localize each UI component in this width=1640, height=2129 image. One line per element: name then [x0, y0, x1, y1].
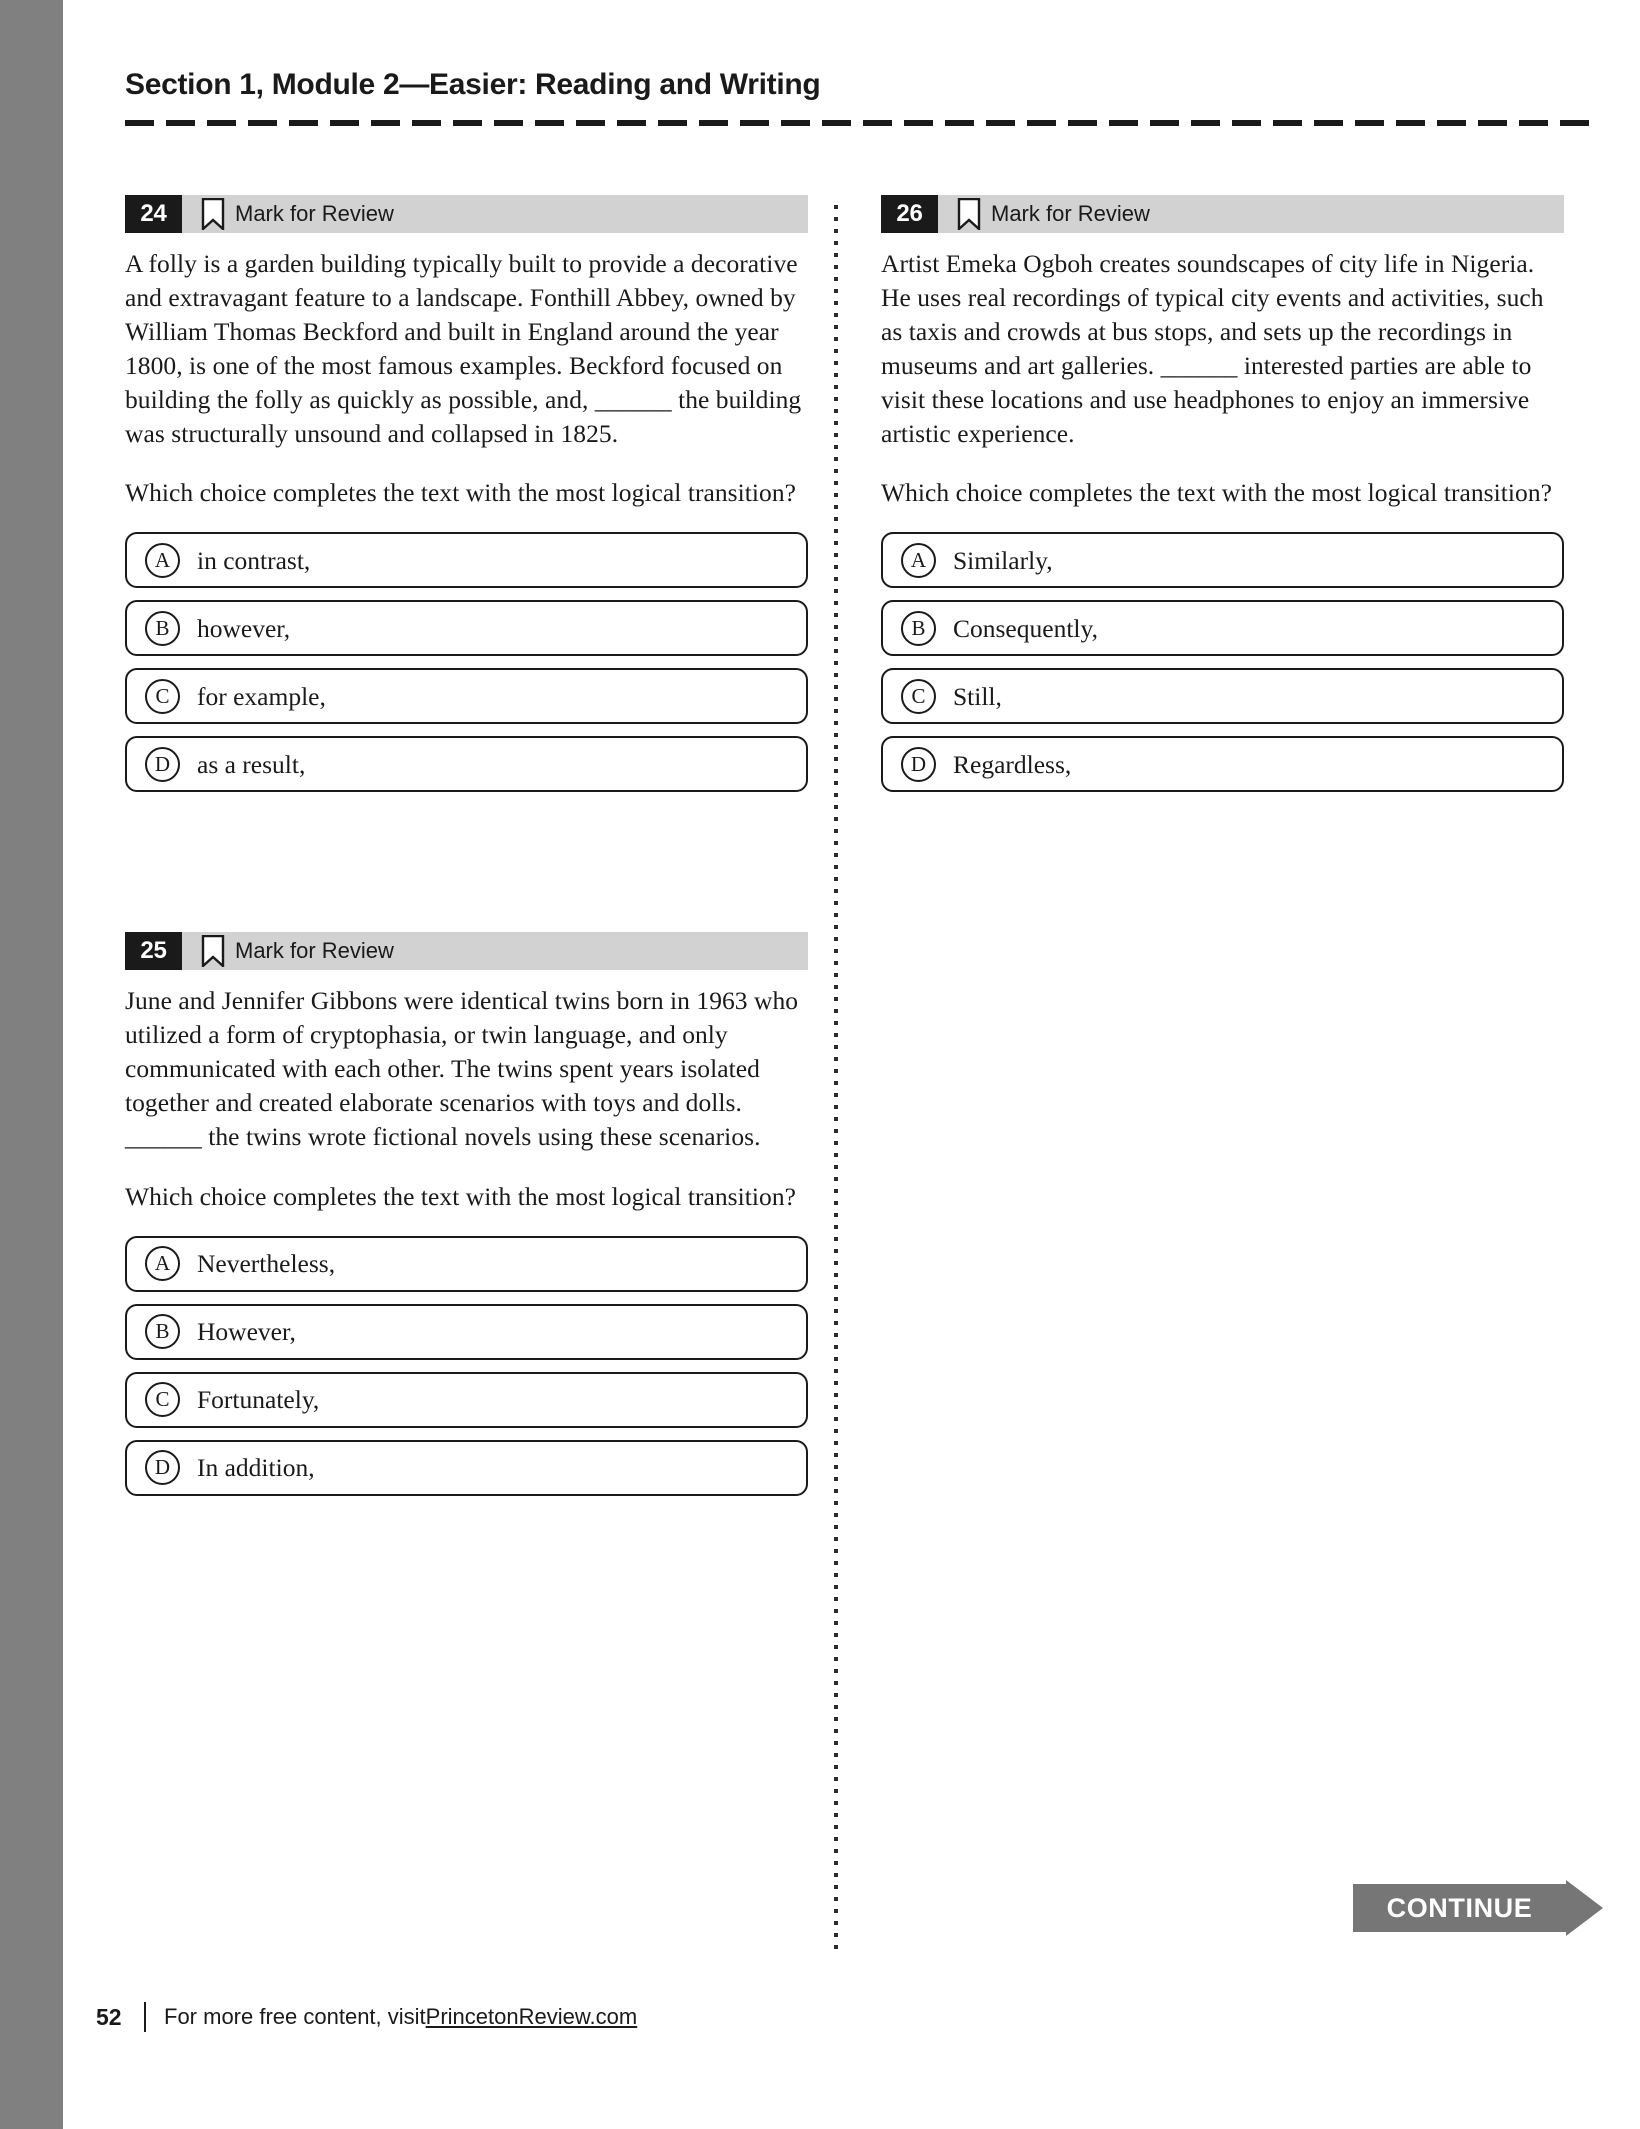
footer-divider: [144, 2002, 146, 2032]
continue-button[interactable]: CONTINUE: [1353, 1880, 1603, 1936]
page-canvas: Section 1, Module 2—Easier: Reading and …: [63, 0, 1640, 2129]
header-dashed-rule: [125, 120, 1593, 126]
right-column: 26 Mark for Review Artist Emeka Ogboh cr…: [881, 195, 1564, 804]
footer-link-princetonreview[interactable]: PrincetonReview.com: [426, 2004, 638, 2030]
footer-text: For more free content, visit: [164, 2004, 426, 2029]
choice-text: However,: [197, 1317, 296, 1347]
question-25: 25 Mark for Review June and Jennifer Gib…: [125, 932, 808, 1496]
bookmark-icon[interactable]: [201, 935, 225, 968]
choice-text: for example,: [197, 681, 326, 711]
question-26-choice-b[interactable]: B Consequently,: [881, 600, 1564, 657]
choice-letter: B: [145, 610, 180, 646]
question-26-choice-a[interactable]: A Similarly,: [881, 532, 1564, 589]
left-column: 24 Mark for Review A folly is a garden b…: [125, 195, 808, 1508]
question-25-mark-for-review[interactable]: Mark for Review: [182, 932, 394, 970]
left-page-spine: [0, 0, 63, 2129]
choice-text: Still,: [953, 681, 1002, 711]
column-dotted-divider: [834, 205, 838, 1957]
choice-letter: D: [901, 746, 936, 782]
question-26-number: 26: [881, 195, 938, 233]
question-spacer: [125, 804, 808, 932]
question-25-choice-c[interactable]: C Fortunately,: [125, 1371, 808, 1428]
choice-letter: A: [145, 1246, 180, 1282]
question-25-number: 25: [125, 932, 182, 971]
question-24-prompt: Which choice completes the text with the…: [125, 478, 797, 508]
choice-letter: A: [145, 542, 180, 578]
footer-page-number: 52: [96, 2003, 122, 2030]
choice-letter: C: [901, 678, 936, 714]
question-24-choice-a[interactable]: A in contrast,: [125, 532, 808, 589]
question-26: 26 Mark for Review Artist Emeka Ogboh cr…: [881, 195, 1564, 793]
choice-text: as a result,: [197, 749, 306, 779]
question-25-mark-label: Mark for Review: [235, 938, 394, 964]
choice-text: Nevertheless,: [197, 1249, 336, 1279]
question-24-mark-for-review[interactable]: Mark for Review: [182, 195, 394, 233]
question-24-choice-c[interactable]: C for example,: [125, 668, 808, 725]
question-26-header-bar: 26 Mark for Review: [881, 195, 1564, 233]
question-26-choice-c[interactable]: C Still,: [881, 668, 1564, 725]
question-25-choice-a[interactable]: A Nevertheless,: [125, 1235, 808, 1292]
choice-letter: C: [145, 1382, 180, 1418]
question-26-mark-for-review[interactable]: Mark for Review: [938, 195, 1150, 233]
question-24: 24 Mark for Review A folly is a garden b…: [125, 195, 808, 793]
question-24-choices: A in contrast, B however, C for example,…: [125, 532, 808, 793]
continue-button-label: CONTINUE: [1386, 1892, 1533, 1923]
question-25-choice-b[interactable]: B However,: [125, 1303, 808, 1360]
choice-letter: B: [901, 610, 936, 646]
choice-text: Regardless,: [953, 749, 1072, 779]
question-25-passage: June and Jennifer Gibbons were identical…: [125, 986, 799, 1151]
choice-text: In addition,: [197, 1453, 315, 1483]
page-header: Section 1, Module 2—Easier: Reading and …: [125, 68, 1595, 126]
page-title: Section 1, Module 2—Easier: Reading and …: [125, 68, 821, 101]
choice-letter: C: [145, 678, 180, 714]
question-24-choice-b[interactable]: B however,: [125, 600, 808, 657]
question-26-choices: A Similarly, B Consequently, C Still, D …: [881, 532, 1564, 793]
question-24-number: 24: [125, 195, 182, 233]
question-24-header-bar: 24 Mark for Review: [125, 195, 808, 233]
question-25-choices: A Nevertheless, B However, C Fortunately…: [125, 1235, 808, 1496]
choice-letter: D: [145, 746, 180, 782]
choice-letter: A: [901, 542, 936, 578]
question-26-mark-label: Mark for Review: [991, 201, 1150, 226]
question-24-passage: A folly is a garden building typically b…: [125, 249, 802, 448]
question-26-choice-d[interactable]: D Regardless,: [881, 736, 1564, 793]
question-25-header-bar: 25 Mark for Review: [125, 932, 808, 971]
question-26-prompt: Which choice completes the text with the…: [881, 478, 1553, 508]
bookmark-icon[interactable]: [957, 198, 981, 230]
choice-text: Fortunately,: [197, 1385, 320, 1415]
question-26-passage: Artist Emeka Ogboh creates soundscapes o…: [881, 249, 1544, 448]
question-25-prompt: Which choice completes the text with the…: [125, 1181, 797, 1211]
bookmark-icon[interactable]: [201, 198, 225, 230]
choice-text: in contrast,: [197, 545, 311, 575]
question-24-mark-label: Mark for Review: [235, 201, 394, 226]
choice-text: Similarly,: [953, 545, 1053, 575]
page-footer: 52 For more free content, visit Princeto…: [96, 2000, 637, 2034]
question-25-choice-d[interactable]: D In addition,: [125, 1439, 808, 1496]
question-24-choice-d[interactable]: D as a result,: [125, 736, 808, 793]
choice-letter: D: [145, 1450, 180, 1486]
choice-text: however,: [197, 613, 291, 643]
choice-text: Consequently,: [953, 613, 1098, 643]
choice-letter: B: [145, 1314, 180, 1350]
